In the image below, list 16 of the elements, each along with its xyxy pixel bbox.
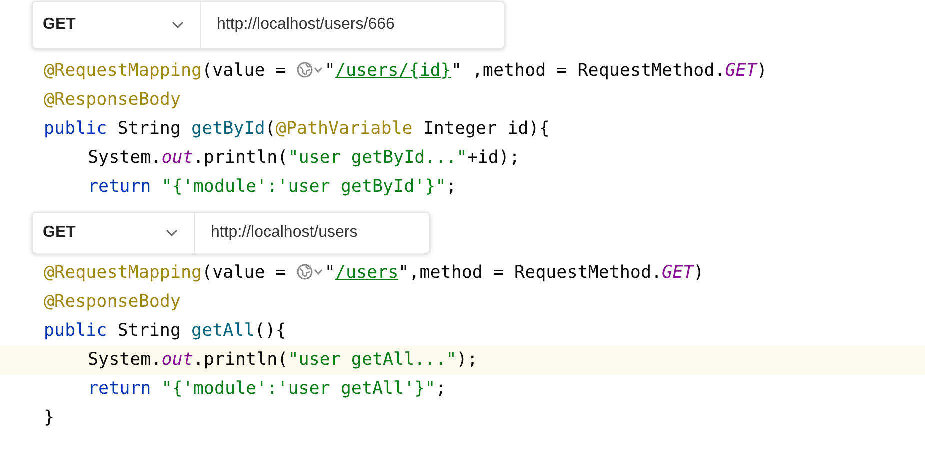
code-line: @RequestMapping(value = "/users/{id}" ,method = RequestMethod.GET) bbox=[43, 60, 768, 83]
code-line: @ResponseBody bbox=[43, 89, 182, 112]
globe-icon[interactable] bbox=[296, 264, 325, 280]
chevron-down-icon bbox=[172, 21, 184, 29]
code-line: return "{'module':'user getById'}"; bbox=[87, 176, 458, 199]
code-line: @ResponseBody bbox=[43, 291, 182, 314]
url-field[interactable]: http://localhost/users/666 bbox=[201, 2, 504, 48]
code-line: System.out.println("user getById..."+id); bbox=[87, 147, 522, 170]
chevron-down-icon bbox=[166, 229, 178, 237]
code-line: @RequestMapping(value = "/users",method = RequestMethod.GET) bbox=[43, 262, 706, 285]
code-line: public String getById(@PathVariable Integer id){ bbox=[43, 118, 551, 141]
globe-icon[interactable] bbox=[296, 62, 325, 78]
code-line: public String getAll(){ bbox=[43, 320, 288, 343]
url-field[interactable]: http://localhost/users bbox=[195, 213, 429, 253]
code-line: } bbox=[43, 407, 56, 430]
code-line: return "{'module':'user getAll'}"; bbox=[87, 378, 448, 401]
